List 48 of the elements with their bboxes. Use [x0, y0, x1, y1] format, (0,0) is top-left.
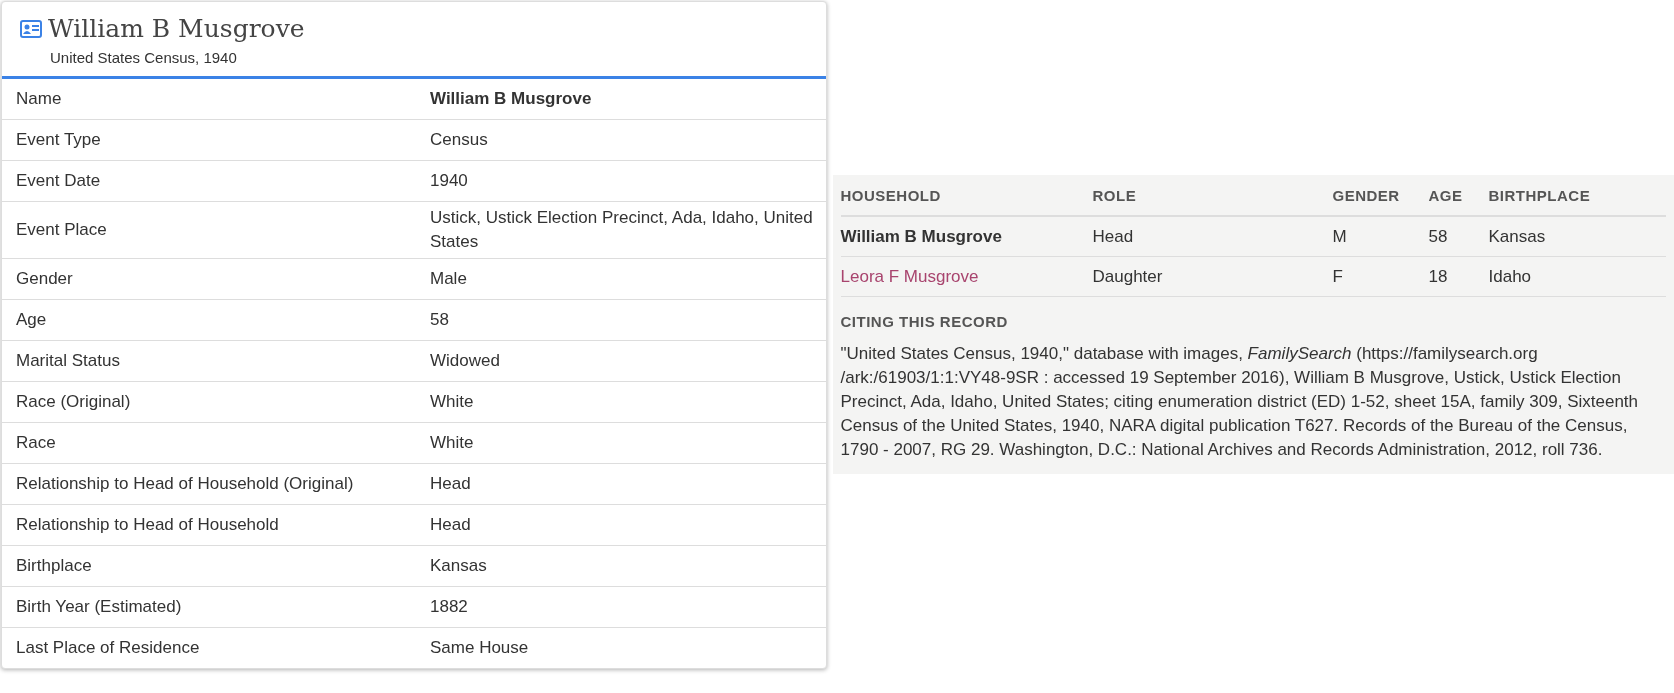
field-label: Relationship to Head of Household (Original)	[15, 474, 355, 494]
field-value: 1940	[430, 170, 469, 192]
field-value: Census	[430, 129, 489, 151]
field-value: Head	[430, 473, 472, 495]
age-cell-text: 18	[1428, 266, 1449, 287]
field-label: Race (Original)	[15, 392, 132, 412]
field-value: White	[430, 391, 475, 413]
field-label: Birth Year (Estimated)	[15, 597, 183, 617]
birthplace-cell-text: Idaho	[1488, 266, 1533, 287]
gender-cell-text: M	[1332, 226, 1348, 247]
role-cell-text: Head	[1092, 226, 1135, 247]
field-label: Event Type	[15, 130, 102, 150]
person-link[interactable]: Leora F Musgrove	[840, 266, 979, 286]
field-value: William B Musgrove	[430, 88, 593, 110]
field-value: 58	[430, 309, 450, 331]
field-label: Race	[15, 433, 57, 453]
field-value: White	[430, 432, 475, 454]
column-header: HOUSEHOLD	[840, 186, 942, 204]
field-value: Kansas	[430, 555, 488, 577]
collection-name: United States Census, 1940	[50, 49, 238, 66]
field-value: Male	[430, 268, 468, 290]
id-card-icon	[20, 19, 42, 38]
citation-text: "United States Census, 1940," database with images, FamilySearch (https://familysearch.org /ark:/61903/1:1:VY48-9SR : accessed 19 September 2016), William B Musgrove, Ustick, Ustick Election Precinct, Ada, Idaho, United States; citing enumeration district (ED) 1-52, sheet 15A, family 309, Sixteenth Census of the United States, 1940, NARA digital publication T627. Records of the Bureau of the Census, 1790 - 2007, RG 29. Washington, D.C.: National Archives and Records Administration, 2012, roll 736.	[840, 343, 1640, 461]
field-label: Event Place	[15, 220, 108, 240]
column-header: ROLE	[1092, 186, 1138, 204]
field-value: Head	[430, 514, 472, 536]
column-header: AGE	[1428, 186, 1464, 204]
citation-heading: CITING THIS RECORD	[840, 313, 1009, 330]
field-value: Ustick, Ustick Election Precinct, Ada, Idaho, United States	[430, 207, 814, 253]
person-name: William B Musgrove	[840, 226, 1002, 246]
gender-cell-text: F	[1332, 266, 1344, 287]
birthplace-cell-text: Kansas	[1488, 226, 1547, 247]
column-header: GENDER	[1332, 186, 1401, 204]
field-value: Same House	[430, 637, 530, 659]
field-label: Gender	[15, 269, 74, 289]
field-value: 1882	[430, 596, 469, 618]
record-title: William B Musgrove	[48, 14, 305, 43]
field-label: Relationship to Head of Household	[15, 515, 280, 535]
role-cell-text: Daughter	[1092, 266, 1164, 287]
field-label: Last Place of Residence	[15, 638, 201, 658]
field-label: Name	[15, 89, 63, 109]
field-value: Widowed	[430, 350, 501, 372]
field-label: Marital Status	[15, 351, 121, 371]
field-label: Event Date	[15, 171, 102, 191]
column-header: BIRTHPLACE	[1488, 186, 1592, 204]
age-cell-text: 58	[1428, 226, 1449, 247]
field-label: Birthplace	[15, 556, 93, 576]
field-label: Age	[15, 310, 48, 330]
